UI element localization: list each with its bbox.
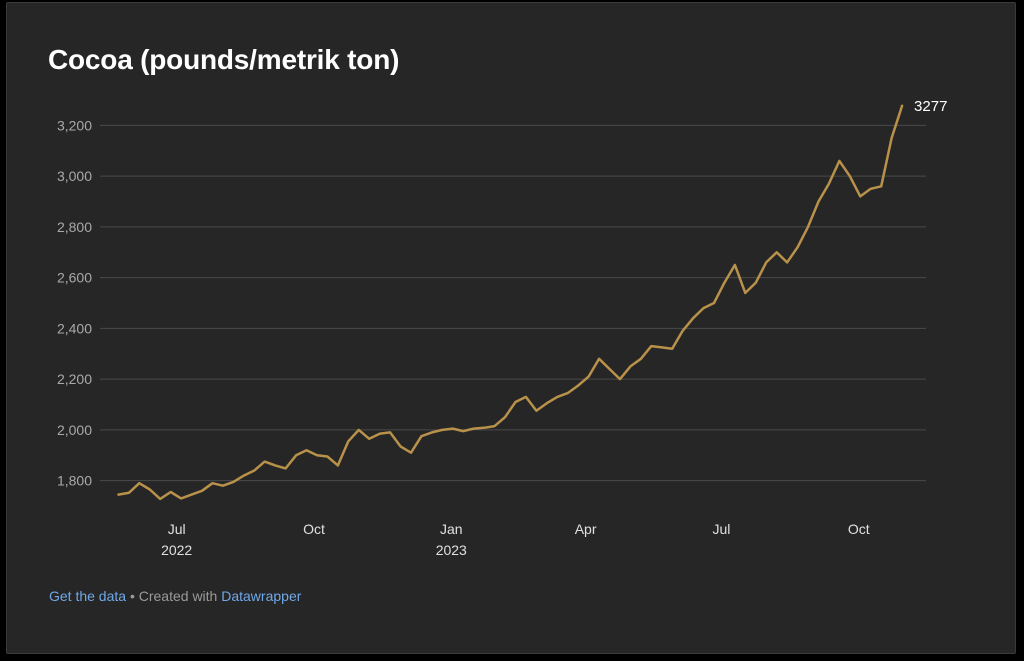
line-chart: 1,800 2,000 2,200 2,400 2,600 2,800 3,000 3,200…	[57, 98, 947, 558]
y-axis: 1,800 2,000 2,200 2,400 2,600 2,800 3,000 3,200	[57, 117, 92, 488]
footer-separator: • Created with	[126, 588, 222, 604]
y-tick-label: 2,400	[57, 320, 92, 336]
x-tick-label: Jul	[168, 521, 186, 537]
x-tick-label: Oct	[848, 521, 870, 537]
y-tick-label: 2,000	[57, 422, 92, 438]
datawrapper-link[interactable]: Datawrapper	[221, 588, 301, 604]
y-tick-label: 2,600	[57, 270, 92, 286]
get-data-link[interactable]: Get the data	[49, 588, 126, 604]
x-tick-label: Jul	[713, 521, 731, 537]
y-tick-label: 3,200	[57, 117, 92, 133]
series-line	[117, 104, 904, 501]
y-tick-label: 1,800	[57, 473, 92, 489]
y-tick-label: 2,800	[57, 219, 92, 235]
x-tick-year-label: 2023	[436, 542, 467, 558]
end-value-label: 3277	[914, 98, 947, 115]
series-group	[117, 104, 904, 501]
value-labels: 3277	[914, 98, 947, 115]
y-tick-label: 2,200	[57, 371, 92, 387]
chart-footer: Get the data • Created with Datawrapper	[49, 588, 301, 604]
x-tick-label: Apr	[575, 521, 597, 537]
x-tick-label: Oct	[303, 521, 325, 537]
grid-lines	[100, 124, 926, 482]
x-axis: Jul 2022 Oct Jan 2023 Apr Jul Oct	[161, 521, 870, 558]
x-tick-label: Jan	[440, 521, 463, 537]
x-tick-year-label: 2022	[161, 542, 192, 558]
y-tick-label: 3,000	[57, 168, 92, 184]
